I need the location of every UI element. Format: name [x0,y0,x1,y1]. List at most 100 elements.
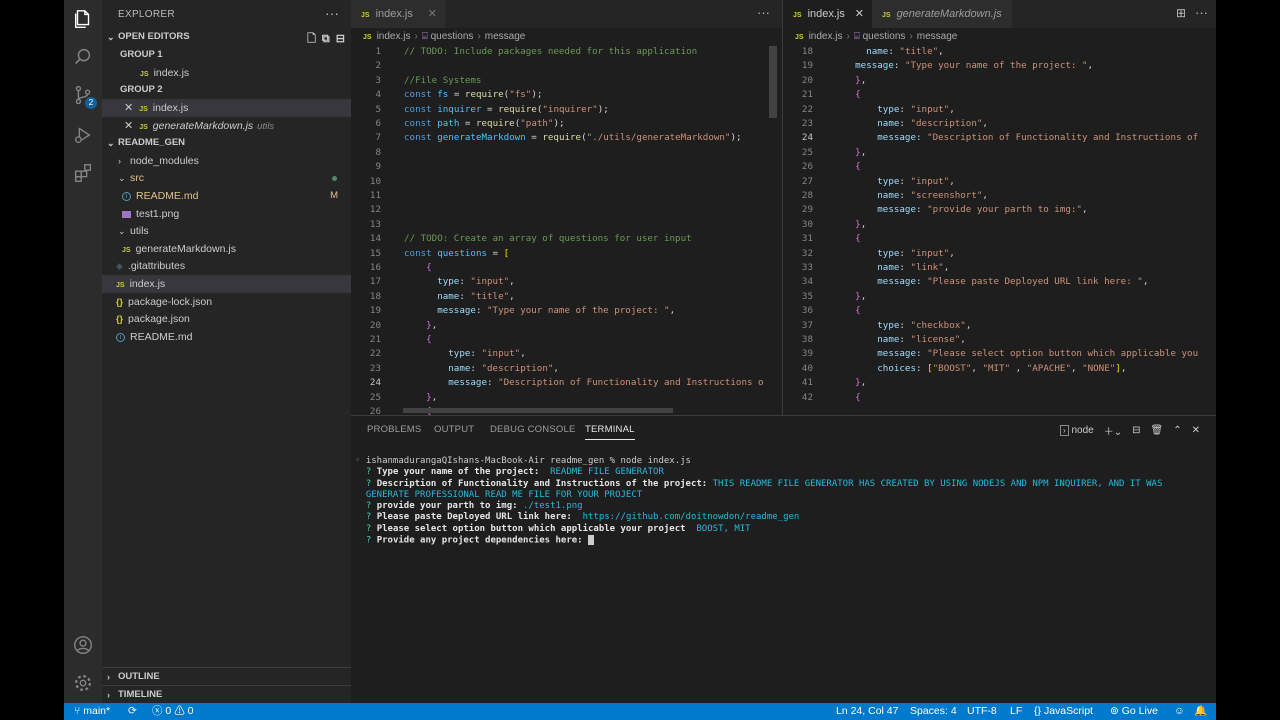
code-text: message: "Please paste Deployed URL link… [877,276,1149,288]
more-actions-icon[interactable]: ··· [1195,5,1208,20]
code-text: const questions = [ [404,247,510,259]
line-number: 11 [369,190,381,201]
code-text: { [855,89,861,101]
breadcrumb-file[interactable]: index.js [377,31,411,42]
line-number: 2 [375,60,381,72]
outline-header[interactable]: › OUTLINE [102,667,351,685]
settings-gear-icon[interactable] [64,664,102,702]
feedback-icon[interactable]: ☺ [1174,703,1185,720]
extensions-icon[interactable] [64,154,102,192]
line-number: 38 [801,334,813,345]
go-live-button[interactable]: ⊚ Go Live [1110,703,1158,720]
encoding[interactable]: UTF-8 [967,703,997,720]
line-number: 24 [369,377,381,389]
code-text: name: "link", [877,262,950,273]
split-editor-icon[interactable]: ⊞ [1176,6,1186,20]
code-text: { [855,233,861,245]
run-debug-icon[interactable] [64,116,102,154]
open-editor-index-js-g1[interactable]: JS index.js [102,64,351,82]
tree-file-gitattributes[interactable]: ◆ .gitattributes [102,257,351,275]
line-number: 18 [369,290,381,302]
markdown-info-icon: i [122,191,131,201]
terminal-output[interactable]: ◦ ishanmadurangaQIshans-MacBook-Air read… [355,456,1206,547]
horizontal-scrollbar[interactable] [403,408,673,413]
problems-indicator[interactable]: ⓧ 0 ⚠ 0 [152,703,193,720]
chevron-right-icon: › [107,690,110,700]
account-icon[interactable] [64,626,102,664]
tree-folder-utils[interactable]: ⌄ utils [102,222,351,240]
tab-bar: JS index.js ✕ JS generateMarkdown.js ⊞ ··· [783,0,1216,28]
terminal-actions: › node ＋⌄ ⊟ 🗑 ⌃ ✕ [1060,423,1200,438]
close-icon[interactable]: ✕ [124,102,133,114]
js-file-icon: JS [361,12,370,19]
close-panel-icon[interactable]: ✕ [1192,425,1200,436]
scrollbar-thumb[interactable] [769,46,777,118]
tree-file-index-js[interactable]: JS index.js [102,275,351,293]
tab-index-js-active[interactable]: JS index.js ✕ [783,0,872,28]
line-number: 19 [369,305,381,317]
search-icon[interactable] [64,38,102,76]
close-icon[interactable]: ✕ [855,0,864,28]
tab-output[interactable]: OUTPUT [434,424,474,435]
line-number: 24 [801,132,813,144]
timeline-header[interactable]: › TIMELINE [102,685,351,703]
code-text: }, [426,319,438,331]
source-control-icon[interactable]: 2 [64,76,102,114]
code-text: }, [855,146,867,158]
code-text: const path = require("path"); [404,118,565,129]
tab-terminal[interactable]: TERMINAL [585,424,635,440]
cursor-position[interactable]: Ln 24, Col 47 [836,703,898,720]
tab-problems[interactable]: PROBLEMS [367,424,421,435]
bell-icon[interactable]: 🔔 [1194,703,1207,720]
markdown-info-icon: i [116,332,125,342]
code-text: const generateMarkdown = require("./util… [404,132,742,144]
tree-file-generatemarkdown[interactable]: JS generateMarkdown.js [102,240,351,258]
open-editors-header[interactable]: ⌄ OPEN EDITORS 🗋 ⧉ ⊟ [102,28,351,46]
language-mode[interactable]: {} JavaScript [1034,703,1093,720]
line-number: 23 [369,362,381,374]
tab-debug-console[interactable]: DEBUG CONSOLE [490,424,575,435]
group-2-label: GROUP 2 [120,84,163,95]
code-text: { [855,161,861,173]
tree-folder-src[interactable]: ⌄ src [102,169,351,187]
explorer-icon[interactable] [64,0,102,38]
close-icon[interactable]: ✕ [124,120,133,132]
git-branch-icon: ⑂ [74,705,81,717]
chevron-down-icon: ⌄ [118,173,126,183]
open-editor-generatemarkdown[interactable]: ✕ JS generateMarkdown.js utils [102,117,351,135]
indentation[interactable]: Spaces: 4 [910,703,957,720]
group-1-label: GROUP 1 [120,49,163,60]
breadcrumb-property[interactable]: message [917,31,958,42]
code-text: }, [426,391,438,403]
terminal-shell-select[interactable]: › node [1060,425,1094,436]
tab-index-js[interactable]: JS index.js ✕ [351,0,445,28]
line-number: 17 [369,276,381,288]
tree-file-src-readme[interactable]: i README.md M [102,187,351,205]
breadcrumb-file[interactable]: index.js [809,31,843,42]
tree-folder-node-modules[interactable]: › node_modules [102,152,351,170]
code-text: name: "description", [877,118,988,129]
breadcrumb-symbol[interactable]: questions [863,31,906,42]
chevron-up-icon[interactable]: ⌃ [1173,425,1181,436]
more-actions-icon[interactable]: ··· [757,5,770,20]
trash-icon[interactable]: 🗑 [1151,425,1164,436]
code-text: message: "Type your name of the project:… [855,60,1094,72]
tree-file-package-lock[interactable]: {} package-lock.json [102,293,351,311]
tree-file-readme[interactable]: i README.md [102,328,351,346]
open-editor-index-js-g2[interactable]: ✕ JS index.js [102,99,351,117]
tree-file-package-json[interactable]: {} package.json [102,310,351,328]
more-actions-icon[interactable]: ··· [325,5,339,21]
code-text: { [426,334,432,345]
project-folder-header[interactable]: ⌄ README_GEN [102,134,351,152]
tab-generatemarkdown[interactable]: JS generateMarkdown.js [872,0,1012,28]
breadcrumb-symbol[interactable]: questions [431,31,474,42]
breadcrumb-property[interactable]: message [485,31,526,42]
branch-indicator[interactable]: ⑂ main* [74,703,110,720]
line-ending[interactable]: LF [1010,703,1022,720]
code-text: //File Systems [404,74,482,86]
new-terminal-icon[interactable]: ＋⌄ [1104,423,1122,438]
close-icon[interactable]: ✕ [428,0,437,28]
sync-icon[interactable]: ⟳ [128,703,137,720]
split-terminal-icon[interactable]: ⊟ [1132,425,1140,436]
tree-file-test1-png[interactable]: test1.png [102,205,351,223]
